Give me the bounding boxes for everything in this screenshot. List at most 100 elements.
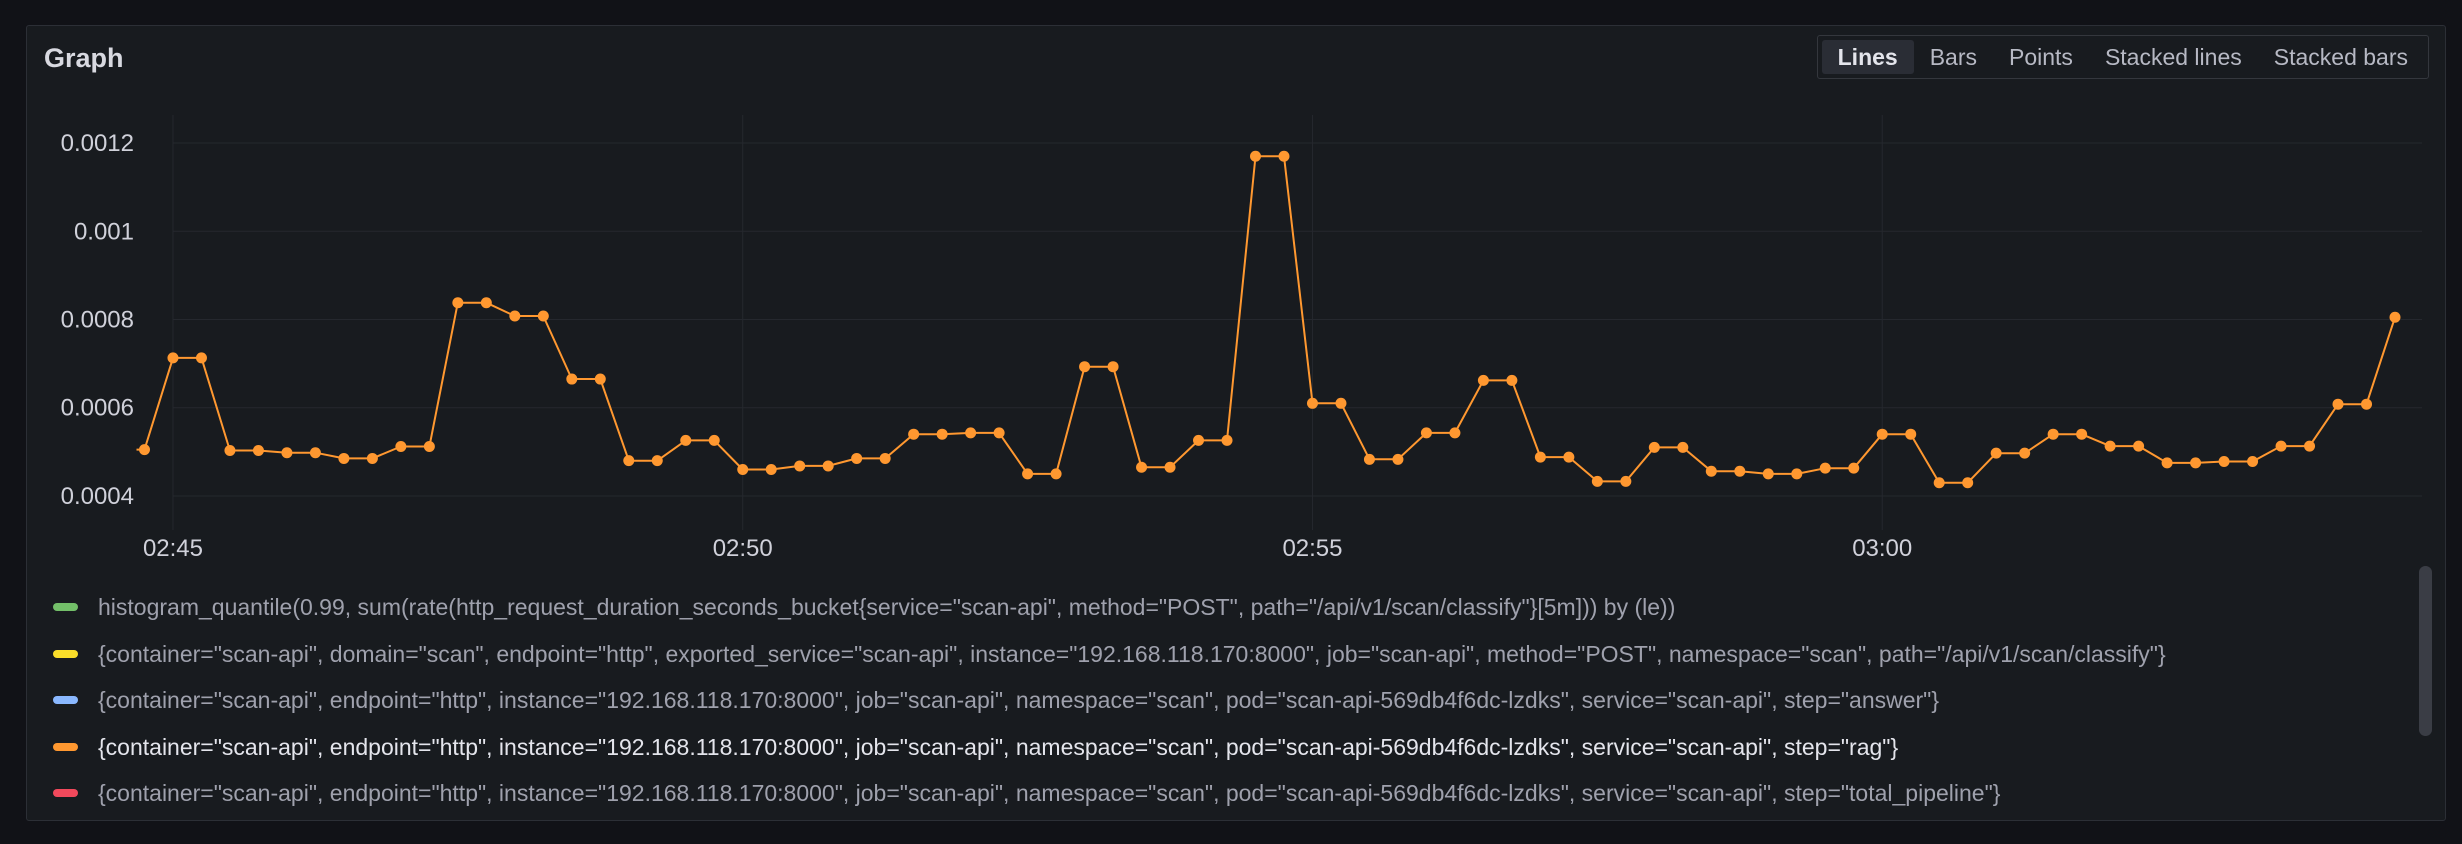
data-point (2389, 311, 2401, 323)
data-point (822, 460, 834, 472)
legend-label: histogram_quantile(0.99, sum(rate(http_r… (98, 593, 1676, 620)
data-point (1620, 475, 1632, 487)
data-point (2019, 447, 2031, 459)
data-point (509, 310, 521, 322)
data-point (1050, 468, 1062, 480)
data-point (252, 445, 264, 457)
data-point (1506, 374, 1518, 386)
data-point (2275, 440, 2287, 452)
data-point (1819, 462, 1831, 474)
data-point (1933, 477, 1945, 489)
data-point (737, 463, 749, 475)
legend-item-step-answer[interactable]: {container="scan-api", endpoint="http", … (53, 682, 1939, 718)
legend-swatch (53, 696, 78, 704)
data-point (2332, 398, 2344, 410)
data-point (1164, 461, 1176, 473)
data-point (224, 445, 236, 457)
y-tick-label: 0.001 (74, 218, 134, 245)
legend-label: {container="scan-api", endpoint="http", … (98, 733, 1899, 760)
legend-label: {container="scan-api", endpoint="http", … (98, 779, 2001, 806)
y-tick-label: 0.0004 (61, 483, 134, 510)
data-point (566, 373, 578, 385)
data-point (1648, 441, 1660, 453)
legend-item-step-rag[interactable]: {container="scan-api", endpoint="http", … (53, 729, 1898, 765)
data-point (1705, 465, 1717, 477)
data-point (1905, 428, 1917, 440)
legend-swatch (53, 789, 78, 797)
data-point (1990, 447, 2002, 459)
data-point (2076, 428, 2088, 440)
data-point (2161, 457, 2173, 469)
data-point (1193, 434, 1205, 446)
data-point (1392, 453, 1404, 465)
legend-scrollbar[interactable] (2419, 566, 2432, 736)
legend: histogram_quantile(0.99, sum(rate(http_r… (27, 578, 2422, 818)
data-point (138, 444, 150, 456)
legend-swatch (53, 743, 78, 751)
data-point (1477, 374, 1489, 386)
data-point (1107, 361, 1119, 373)
data-point (195, 352, 207, 364)
data-point (1022, 468, 1034, 480)
y-tick-label: 0.0006 (61, 395, 134, 422)
data-point (452, 297, 464, 309)
data-point (537, 310, 549, 322)
data-point (1306, 397, 1318, 409)
data-point (2133, 440, 2145, 452)
data-point (1677, 441, 1689, 453)
data-point (794, 460, 806, 472)
data-point (423, 441, 435, 453)
data-point (1363, 453, 1375, 465)
data-point (2361, 398, 2373, 410)
legend-item-classify-series[interactable]: {container="scan-api", domain="scan", en… (53, 636, 2166, 672)
x-tick-label: 03:00 (1852, 535, 1912, 562)
legend-scrollbar-thumb[interactable] (2419, 566, 2432, 736)
data-point (480, 297, 492, 309)
graph-panel: Graph Lines Bars Points Stacked lines St… (26, 25, 2446, 821)
data-point (1335, 397, 1347, 409)
data-point (594, 373, 606, 385)
data-point (1734, 465, 1746, 477)
data-point (1079, 361, 1091, 373)
data-point (2190, 457, 2202, 469)
data-point (708, 434, 720, 446)
data-point (1136, 461, 1148, 473)
data-point (879, 452, 891, 464)
line-chart[interactable]: 0.0004 0.0006 0.0008 0.001 0.0012 02:45 02:50 0… (27, 26, 2445, 586)
data-point (651, 455, 663, 467)
data-point (1221, 434, 1233, 446)
data-point (1876, 428, 1888, 440)
data-point (1848, 462, 1860, 474)
data-point (1449, 427, 1461, 439)
data-point (2304, 440, 2316, 452)
legend-label: {container="scan-api", domain="scan", en… (98, 640, 2166, 667)
data-point (1534, 451, 1546, 463)
legend-swatch (53, 650, 78, 658)
legend-item-histogram-quantile[interactable]: histogram_quantile(0.99, sum(rate(http_r… (53, 589, 1675, 625)
data-point (1591, 475, 1603, 487)
data-point (680, 434, 692, 446)
legend-item-step-total-pipeline[interactable]: {container="scan-api", endpoint="http", … (53, 775, 2000, 811)
data-point (1762, 468, 1774, 480)
data-point (623, 455, 635, 467)
x-tick-label: 02:55 (1282, 535, 1342, 562)
data-point (1791, 468, 1803, 480)
data-point (1962, 477, 1974, 489)
data-point (281, 447, 293, 459)
data-point (2104, 440, 2116, 452)
data-point (993, 427, 1005, 439)
data-point (395, 441, 407, 453)
data-point (1420, 427, 1432, 439)
legend-swatch (53, 603, 78, 611)
data-point (2218, 456, 2230, 468)
data-point (1250, 150, 1261, 162)
data-point (965, 427, 977, 439)
legend-label: {container="scan-api", endpoint="http", … (98, 686, 1940, 713)
data-point (1278, 150, 1290, 162)
x-tick-label: 02:50 (713, 535, 773, 562)
data-point (2047, 428, 2059, 440)
y-tick-label: 0.0008 (61, 307, 134, 334)
data-point (908, 428, 920, 440)
data-point (309, 447, 321, 459)
data-point (338, 452, 350, 464)
